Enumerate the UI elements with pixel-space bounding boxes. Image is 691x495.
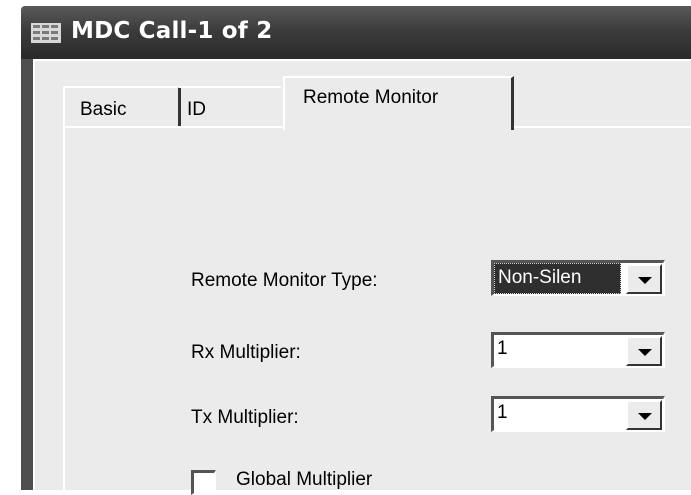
rx-multiplier-select[interactable]: 1 xyxy=(491,332,665,368)
remote-monitor-type-value: Non-Silen xyxy=(494,263,621,294)
tab-remote-monitor[interactable]: Remote Monitor xyxy=(283,76,514,130)
tx-multiplier-dropdown-button[interactable] xyxy=(626,400,662,430)
tx-multiplier-value: 1 xyxy=(497,402,508,423)
window-inner-top-edge xyxy=(33,59,691,61)
global-multiplier-checkbox[interactable] xyxy=(191,470,216,495)
window-title: MDC Call-1 of 2 xyxy=(71,18,273,44)
tab-panel-left-border xyxy=(63,126,65,490)
grid-app-icon xyxy=(31,23,61,43)
chevron-down-icon xyxy=(638,277,652,284)
rx-multiplier-dropdown-button[interactable] xyxy=(626,336,662,366)
global-multiplier-label[interactable]: Global Multiplier xyxy=(236,469,372,491)
tx-multiplier-select[interactable]: 1 xyxy=(491,396,665,432)
tab-basic[interactable]: Basic xyxy=(63,86,181,128)
rx-multiplier-label: Rx Multiplier: xyxy=(191,342,301,363)
tab-id-label: ID xyxy=(187,99,206,120)
tab-basic-label: Basic xyxy=(80,99,127,120)
remote-monitor-type-dropdown-button[interactable] xyxy=(626,264,662,294)
tx-multiplier-label: Tx Multiplier: xyxy=(191,407,299,428)
chevron-down-icon xyxy=(638,349,652,356)
remote-monitor-type-select[interactable]: Non-Silen xyxy=(491,260,665,296)
remote-monitor-type-label: Remote Monitor Type: xyxy=(191,270,378,291)
window-frame-left xyxy=(21,59,33,490)
window-inner-edge xyxy=(33,59,35,490)
window-body: Basic ID Remote Monitor Remote Monitor T… xyxy=(33,59,691,495)
chevron-down-icon xyxy=(638,413,652,420)
tab-remote-monitor-label: Remote Monitor xyxy=(303,87,439,108)
title-bar[interactable]: MDC Call-1 of 2 xyxy=(21,6,691,59)
rx-multiplier-value: 1 xyxy=(497,338,508,359)
tab-id[interactable]: ID xyxy=(179,86,281,128)
